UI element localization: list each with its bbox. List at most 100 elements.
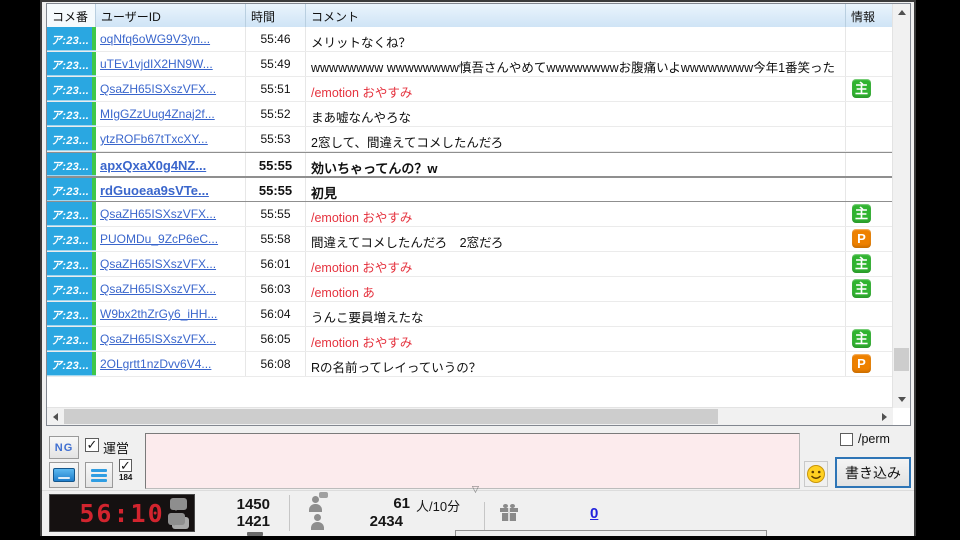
status-divider [289,495,290,531]
user-id-cell: QsaZH65ISXszVFX... [96,202,246,226]
emoticon-button[interactable] [804,461,828,487]
user-id-link[interactable]: QsaZH65ISXszVFX... [100,257,216,271]
collapse-panel-icon[interactable]: ▽ [472,484,479,495]
comment-list-header: コメ番 ユーザーID 時間 コメント 情報 [47,4,893,28]
comment-viewer-window: コメ番 ユーザーID 時間 コメント 情報 ア:23... oqNfq6oWG9V… [40,0,916,536]
perm-label: /perm [858,432,890,446]
table-row[interactable]: ア:23... QsaZH65ISXszVFX... 55:55/emotion お… [47,202,893,227]
comment-text: 効いちゃってんの？w [306,153,846,176]
comment-time: 56:03 [246,277,306,301]
perm-checkbox[interactable] [840,433,853,446]
comment-text: /emotion おやすみ [306,327,846,351]
scroll-up-icon[interactable] [893,4,910,21]
comment-time: 55:58 [246,227,306,251]
gift-icon [500,504,518,521]
comment-time: 55:55 [246,178,306,201]
comment-number-cell: ア:23... [47,102,96,126]
scroll-right-icon[interactable] [876,408,893,425]
visitors-rate-icon [308,492,328,512]
user-id-link[interactable]: QsaZH65ISXszVFX... [100,282,216,296]
user-id-link[interactable]: oqNfq6oWG9V3yn... [100,32,210,46]
user-id-link[interactable]: apxQxaX0g4NZ... [100,158,206,173]
user-id-cell: oqNfq6oWG9V3yn... [96,27,246,51]
info-cell: 主 [846,252,893,276]
comment-number-cell: ア:23... [47,202,96,226]
vertical-scroll-thumb[interactable] [894,348,909,371]
user-id-cell: W9bx2thZrGy6_iHH... [96,302,246,326]
comment-text: /emotion おやすみ [306,202,846,226]
table-row[interactable]: ア:23... QsaZH65ISXszVFX... 56:05/emotion お… [47,327,893,352]
anonymous-184-checkbox[interactable]: ✓ [119,459,132,472]
user-id-link[interactable]: 2OLgrtt1nzDvv6V4... [100,357,211,371]
comment-time: 56:04 [246,302,306,326]
comment-time: 55:46 [246,27,306,51]
comment-number-cell: ア:23... [47,153,96,176]
info-cell [846,102,893,126]
comment-time: 55:55 [246,202,306,226]
user-id-cell: rdGuoeaa9sVTe... [96,178,246,201]
scroll-down-icon[interactable] [893,391,910,408]
comment-text: /emotion おやすみ [306,252,846,276]
comment-number-cell: ア:23... [47,327,96,351]
table-row[interactable]: ア:23... PUOMDu_9ZcP6eC... 55:58 間違えてコメしたんだろ… [47,227,893,252]
header-comment[interactable]: コメント [306,4,846,27]
command-list-button[interactable] [85,462,113,488]
comment-text: まあ嘘なんやろな [306,102,846,126]
user-id-link[interactable]: rdGuoeaa9sVTe... [100,183,209,198]
info-cell: P [846,227,893,251]
user-id-cell: QsaZH65ISXszVFX... [96,327,246,351]
comment-count-icon [170,498,187,511]
submit-comment-button[interactable]: 書き込み [835,457,911,488]
smiley-icon [807,465,825,483]
horizontal-scrollbar[interactable] [47,407,893,425]
comment-time: 55:51 [246,77,306,101]
table-row[interactable]: ア:23... W9bx2thZrGy6_iHH... 56:04 うんこ要員増えたな [47,302,893,327]
user-id-link[interactable]: MIgGZzUug4Znaj2f... [100,107,215,121]
comment-text: wwwwwwww wwwwwwww慎吾さんやめてwwwwwwwwお腹痛いよwww… [306,52,846,76]
table-row[interactable]: ア:23... MIgGZzUug4Znaj2f... 55:52 まあ嘘なんやろな [47,102,893,127]
header-comment-number[interactable]: コメ番 [47,4,96,27]
user-id-cell: MIgGZzUug4Znaj2f... [96,102,246,126]
owner-badge: 主 [852,79,871,98]
vertical-scrollbar[interactable] [892,4,910,408]
info-cell: P [846,352,893,376]
comment-text: /emotion おやすみ [306,77,846,101]
table-row[interactable]: ア:23... apxQxaX0g4NZ... 55:55 効いちゃってんの？w [47,152,893,177]
comment-time: 56:01 [246,252,306,276]
header-user-id[interactable]: ユーザーID [96,4,246,27]
table-row[interactable]: ア:23... rdGuoeaa9sVTe... 55:55 初見 [47,177,893,202]
name-plate-button[interactable] [49,462,79,488]
scroll-left-icon[interactable] [47,408,64,425]
comment-input[interactable] [145,433,800,489]
background-window-edge [455,530,767,536]
comment-time: 55:55 [246,153,306,176]
user-id-link[interactable]: PUOMDu_9ZcP6eC... [100,232,218,246]
comment-time: 56:05 [246,327,306,351]
horizontal-scroll-thumb[interactable] [64,409,718,424]
table-row[interactable]: ア:23... oqNfq6oWG9V3yn... 55:46 メリットなくね？ [47,27,893,52]
table-row[interactable]: ア:23... QsaZH65ISXszVFX... 56:03/emotion あ… [47,277,893,302]
gift-points-link[interactable]: 0 [590,505,598,522]
table-row[interactable]: ア:23... QsaZH65ISXszVFX... 56:01/emotion お… [47,252,893,277]
user-id-link[interactable]: QsaZH65ISXszVFX... [100,207,216,221]
table-row[interactable]: ア:23... ytzROFb67tTxcXY... 55:53 2窓して、間違えてコ… [47,127,893,152]
user-id-link[interactable]: W9bx2thZrGy6_iHH... [100,307,217,321]
desktop: { "table": { "headers": { "num": "コメ番", … [0,0,960,540]
table-row[interactable]: ア:23... 2OLgrtt1nzDvv6V4... 56:08 Rの名前ってレイっ… [47,352,893,377]
info-cell [846,153,893,176]
table-row[interactable]: ア:23... uTEv1vjdIX2HN9W... 55:49 wwwwwwww w… [47,52,893,77]
visitors-unit-label: 人/10分 [416,499,461,514]
status-divider-2 [484,502,485,530]
user-id-link[interactable]: QsaZH65ISXszVFX... [100,332,216,346]
moderator-checkbox[interactable]: ✓ [85,438,99,452]
header-info[interactable]: 情報 [846,4,893,27]
comment-text: メリットなくね？ [306,27,846,51]
table-row[interactable]: ア:23... QsaZH65ISXszVFX... 55:51/emotion お… [47,77,893,102]
user-id-link[interactable]: ytzROFb67tTxcXY... [100,132,208,146]
comment-time: 55:49 [246,52,306,76]
comment-time: 55:52 [246,102,306,126]
ng-button[interactable]: NG [49,436,79,459]
user-id-link[interactable]: QsaZH65ISXszVFX... [100,82,216,96]
user-id-link[interactable]: uTEv1vjdIX2HN9W... [100,57,213,71]
header-time[interactable]: 時間 [246,4,306,27]
